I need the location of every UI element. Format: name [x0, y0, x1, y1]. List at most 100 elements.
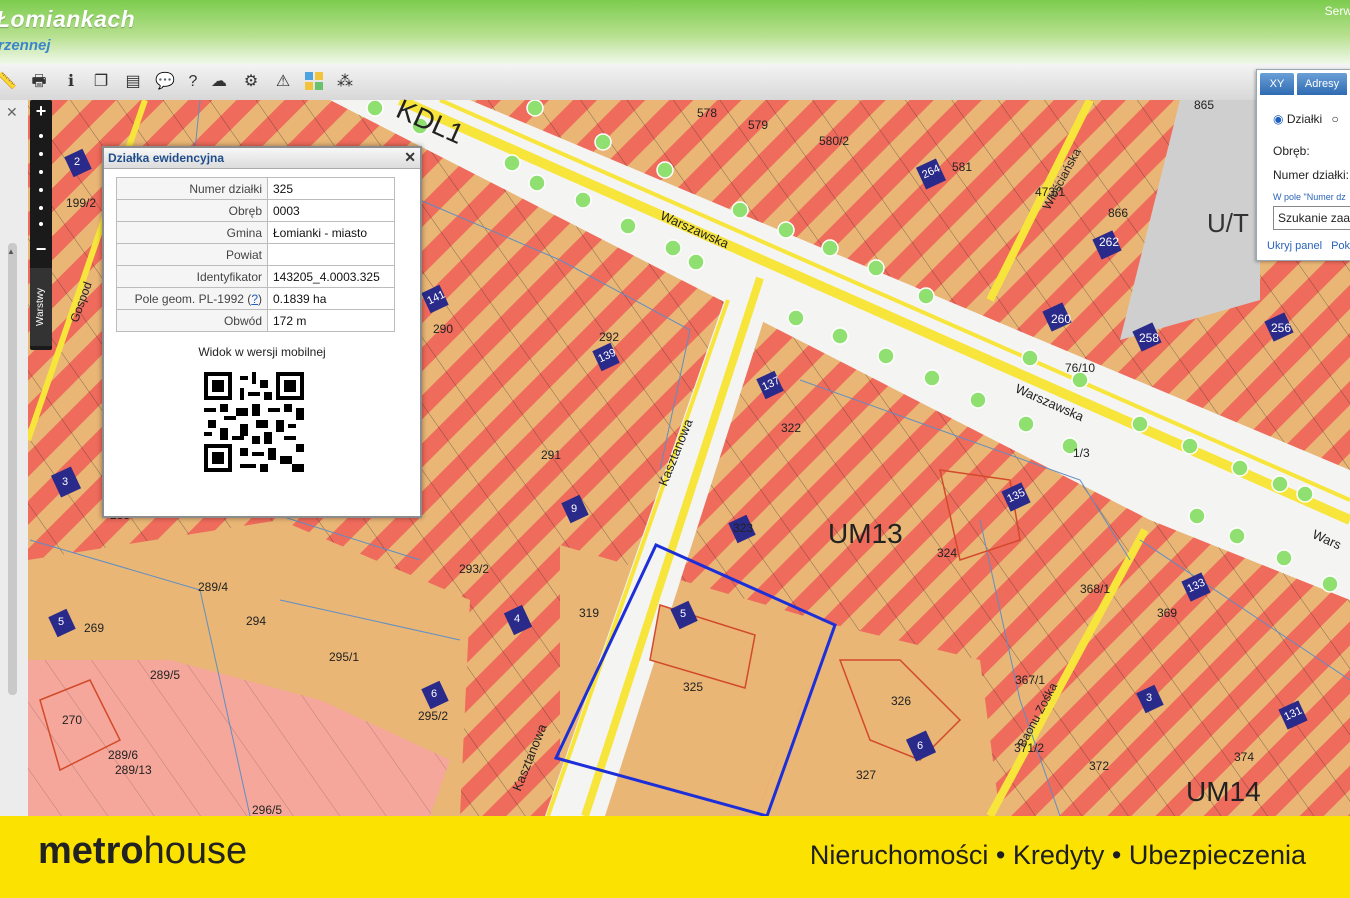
grid-color-icon[interactable] [303, 71, 325, 93]
parcel-label: 581 [952, 160, 973, 174]
help-link[interactable]: ? [251, 292, 258, 306]
panel-scrollbar[interactable] [8, 243, 17, 695]
row-key: Pole geom. PL-1992 [134, 291, 244, 306]
row-key: Powiat [116, 243, 268, 266]
parcel-label: 199/2 [66, 196, 97, 210]
search-hint: W pole "Numer dz [1273, 192, 1346, 202]
copy-icon[interactable]: ❐ [90, 71, 112, 93]
help-icon[interactable]: ? [182, 71, 204, 93]
radio-parcels[interactable]: ◉ Działki ○ [1273, 112, 1339, 126]
parcel-label: 580/2 [819, 134, 850, 148]
cloud-icon[interactable]: ☁ [208, 71, 230, 93]
table-row: Identyfikator 143205_4.0003.325 [116, 265, 395, 288]
parcel-label: 292 [599, 330, 620, 344]
show-link[interactable]: Pok [1331, 240, 1350, 252]
parcel-label: 295/1 [329, 650, 360, 664]
table-row: Numer działki 325 [116, 177, 395, 200]
zoom-control: + − Warstwy [30, 100, 52, 350]
row-value [267, 243, 395, 266]
row-key: Obwód [116, 309, 268, 332]
building-number-label: 6 [431, 688, 438, 700]
zoom-level-dot[interactable] [39, 134, 43, 138]
zoom-level-dot[interactable] [39, 222, 43, 226]
parcel-number-label: Numer działki: [1273, 168, 1350, 182]
building-number-label: 5 [680, 608, 687, 620]
close-panel-icon[interactable]: ✕ [6, 104, 18, 121]
row-value: Łomianki - miasto [267, 221, 395, 244]
parcel-label: 323 [733, 521, 754, 535]
brand-logo: metrohouse [38, 830, 247, 873]
parcel-info-table: Numer działki 325 Obręb 0003 Gmina Łomianki… [116, 177, 395, 332]
building-number-label: 3 [62, 476, 69, 488]
parcel-label: 371/2 [1014, 741, 1045, 755]
parcel-label: 76/10 [1065, 361, 1096, 375]
hide-panel-link[interactable]: Ukryj panel [1267, 240, 1322, 252]
row-key: Obręb [116, 199, 268, 222]
watermark-banner: metrohouse Nieruchomości • Kredyty • Ube… [0, 816, 1350, 898]
parcel-label: 578 [697, 106, 718, 120]
zoom-level-dot[interactable] [39, 152, 43, 156]
row-key: Identyfikator [116, 265, 268, 288]
comment-icon[interactable]: 💬 [154, 71, 176, 93]
parcel-label: 293/2 [459, 562, 490, 576]
settings-icon[interactable]: ⚙ [240, 71, 262, 93]
row-key-with-help: Pole geom. PL-1992 (?) [116, 287, 268, 310]
measure-icon[interactable]: 📏 [0, 71, 18, 93]
parcel-label: 326 [891, 694, 912, 708]
parcel-label-325[interactable]: 325 [683, 680, 703, 694]
row-key: Gmina [116, 221, 268, 244]
table-row: Obręb 0003 [116, 199, 395, 222]
table-row: Powiat [116, 243, 395, 266]
table-row: Pole geom. PL-1992 (?) 0.1839 ha [116, 287, 395, 310]
row-key: Numer działki [116, 177, 268, 200]
building-number-label: 262 [1099, 235, 1120, 249]
radio-selected-icon[interactable]: ◉ [1273, 112, 1283, 126]
info-icon[interactable]: ℹ [60, 71, 82, 93]
parcel-label: 289/5 [150, 668, 181, 682]
parcel-label: 322 [781, 421, 802, 435]
zoom-out-button[interactable]: − [30, 238, 52, 260]
parcel-label: 1/3 [1073, 446, 1090, 460]
zoom-in-button[interactable]: + [30, 100, 52, 122]
scroll-up-icon[interactable]: ▲ [7, 247, 15, 256]
row-value: 0003 [267, 199, 395, 222]
zoom-level-dot[interactable] [39, 188, 43, 192]
building-number-label: 256 [1271, 321, 1292, 335]
parcel-label: 291 [541, 448, 562, 462]
parcel-label: 289/13 [115, 763, 152, 777]
legend-icon[interactable]: ⁂ [334, 71, 356, 93]
parcel-info-popup: Działka ewidencyjna ✕ Numer działki 325 O… [102, 146, 422, 518]
parcel-label: 289/4 [198, 580, 229, 594]
side-panel-collapsed: ✕ ▲ [0, 100, 29, 816]
table-row: Obwód 172 m [116, 309, 395, 332]
brand-logo-part1: metro [38, 830, 144, 872]
service-link[interactable]: Serw [1325, 4, 1350, 18]
layout-icon[interactable]: ▤ [122, 71, 144, 93]
zone-label-um13: UM13 [828, 518, 903, 549]
print-icon[interactable]: 🖶 [28, 71, 50, 93]
tab-addresses[interactable]: Adresy [1297, 73, 1347, 95]
search-panel: XY Adresy ◉ Działki ○ Obręb: Numer dział… [1256, 69, 1350, 261]
zone-label-ut: U/T [1207, 208, 1249, 238]
building-number-label: 4 [514, 613, 521, 625]
parcel-label: 270 [62, 713, 83, 727]
parcel-label: 296/5 [252, 803, 283, 817]
zoom-level-dot[interactable] [39, 170, 43, 174]
layers-tab[interactable]: Warstwy [30, 268, 52, 346]
table-row: Gmina Łomianki - miasto [116, 221, 395, 244]
parcel-label: 324 [937, 546, 958, 560]
radio-unselected-icon[interactable]: ○ [1332, 112, 1339, 126]
warning-icon[interactable]: ⚠ [272, 71, 294, 93]
advanced-search-button[interactable]: Szukanie zaa [1273, 206, 1350, 230]
parcel-label: 865 [1194, 98, 1215, 112]
building-number-label: 258 [1139, 331, 1160, 345]
qr-code[interactable] [204, 372, 304, 472]
parcel-label: 327 [856, 768, 877, 782]
parcel-label: 369 [1157, 606, 1178, 620]
tab-xy[interactable]: XY [1260, 73, 1294, 95]
close-icon[interactable]: ✕ [404, 149, 416, 166]
app-title: Łomiankach [0, 6, 136, 32]
parcel-label: 295/2 [418, 709, 449, 723]
obreb-label: Obręb: [1273, 144, 1310, 158]
zoom-level-dot[interactable] [39, 206, 43, 210]
